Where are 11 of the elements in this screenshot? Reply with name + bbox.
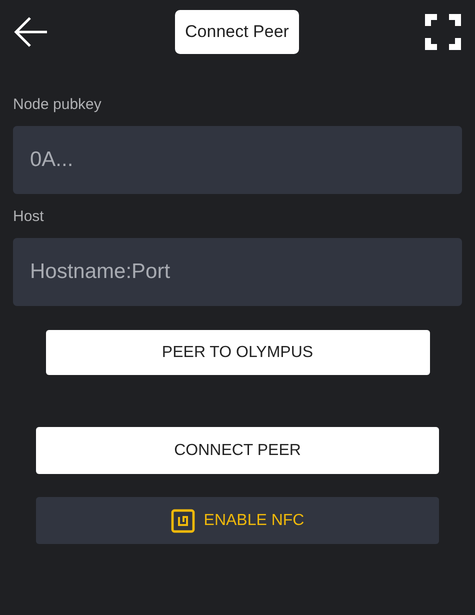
action-button[interactable]: PEER TO OLYMPUS: [46, 330, 430, 375]
back-arrow-icon[interactable]: [13, 16, 49, 48]
input-field[interactable]: 0A...: [13, 126, 462, 194]
field-label: Node pubkey: [13, 96, 102, 113]
nfc-icon: [170, 508, 195, 532]
action-button[interactable]: CONNECT PEER: [36, 427, 439, 474]
input-field[interactable]: Hostname:Port: [13, 238, 462, 306]
field-label: Host: [13, 208, 45, 225]
scan-frame-icon[interactable]: [424, 14, 461, 50]
nfc-button[interactable]: ENABLE NFC: [36, 497, 439, 544]
page-title: Connect Peer: [175, 10, 299, 54]
